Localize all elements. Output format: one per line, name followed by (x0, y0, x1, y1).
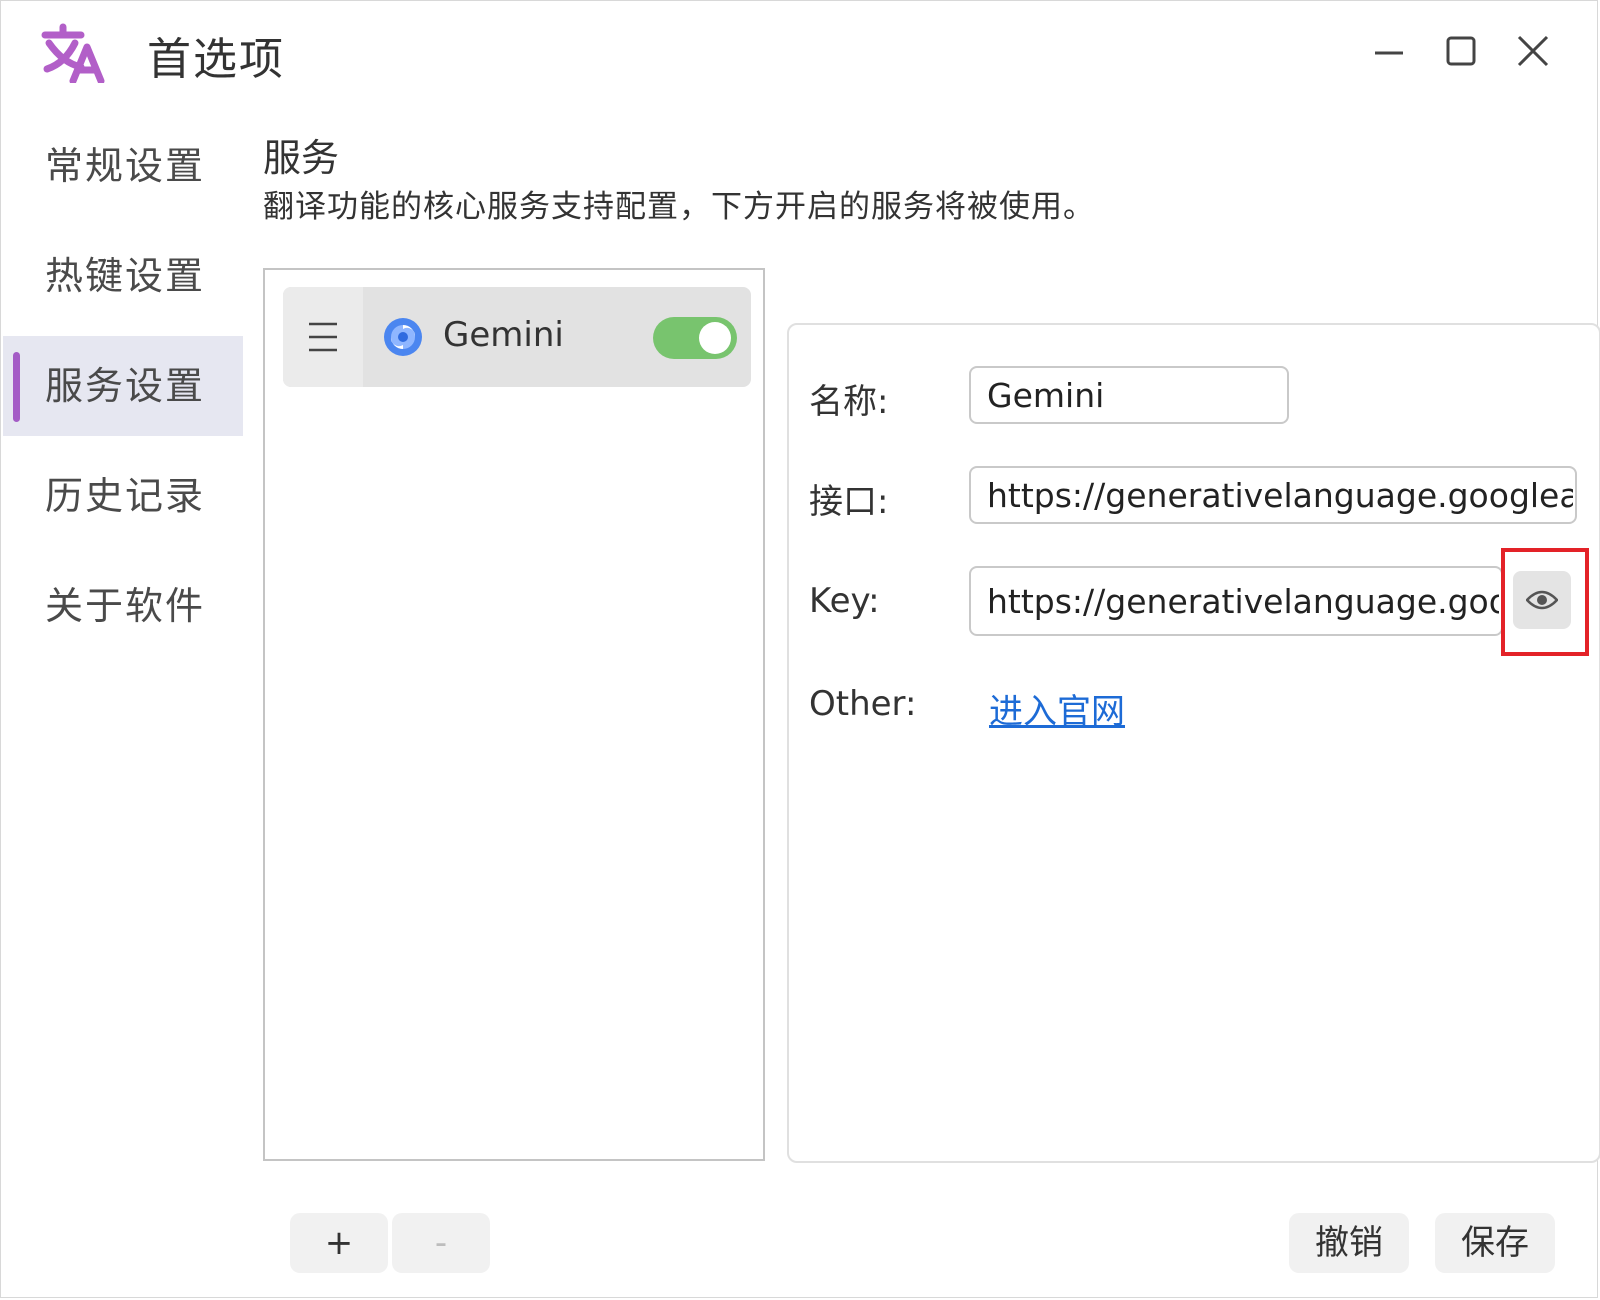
window-title: 首选项 (147, 34, 285, 85)
sidebar-item-services[interactable]: 服务设置 (3, 336, 243, 436)
minimize-button[interactable] (1369, 31, 1409, 71)
sidebar-item-about[interactable]: 关于软件 (3, 556, 243, 656)
add-service-button[interactable]: + (290, 1213, 388, 1273)
service-row-gemini[interactable]: Gemini (283, 287, 751, 387)
cancel-button[interactable]: 撤销 (1289, 1213, 1409, 1273)
menu-icon (309, 322, 337, 352)
maximize-button[interactable] (1441, 31, 1481, 71)
section-title: 服务 (263, 136, 340, 180)
preferences-window: 首选项 常规设置 热键设置 服务设置 历史记录 关于软件 服务 翻译功能的核心服… (0, 0, 1600, 1298)
sidebar: 常规设置 热键设置 服务设置 历史记录 关于软件 (3, 116, 243, 666)
section-description: 翻译功能的核心服务支持配置，下方开启的服务将被使用。 (263, 189, 1095, 225)
remove-service-button[interactable]: - (392, 1213, 490, 1273)
key-input[interactable] (969, 566, 1503, 636)
sidebar-item-history[interactable]: 历史记录 (3, 446, 243, 546)
sidebar-item-hotkeys[interactable]: 热键设置 (3, 226, 243, 326)
highlight-annotation (1501, 548, 1589, 656)
service-name: Gemini (443, 315, 564, 355)
api-url-input[interactable] (969, 466, 1577, 524)
other-label: Other: (809, 684, 917, 724)
gemini-icon (383, 317, 423, 357)
save-button[interactable]: 保存 (1435, 1213, 1555, 1273)
name-input[interactable] (969, 366, 1289, 424)
toggle-knob (699, 322, 731, 354)
name-label: 名称: (809, 382, 889, 422)
service-config-panel (787, 323, 1600, 1163)
service-list: Gemini (263, 268, 765, 1161)
minimize-icon (1375, 51, 1403, 55)
maximize-icon (1446, 36, 1476, 66)
api-label: 接口: (809, 482, 889, 522)
close-icon (1517, 35, 1549, 67)
translate-icon (41, 23, 105, 85)
service-enable-toggle[interactable] (653, 317, 737, 359)
official-site-link[interactable]: 进入官网 (989, 684, 1125, 733)
drag-handle[interactable] (283, 287, 363, 387)
key-label: Key: (809, 581, 880, 621)
close-button[interactable] (1513, 31, 1553, 71)
sidebar-item-general[interactable]: 常规设置 (3, 116, 243, 216)
